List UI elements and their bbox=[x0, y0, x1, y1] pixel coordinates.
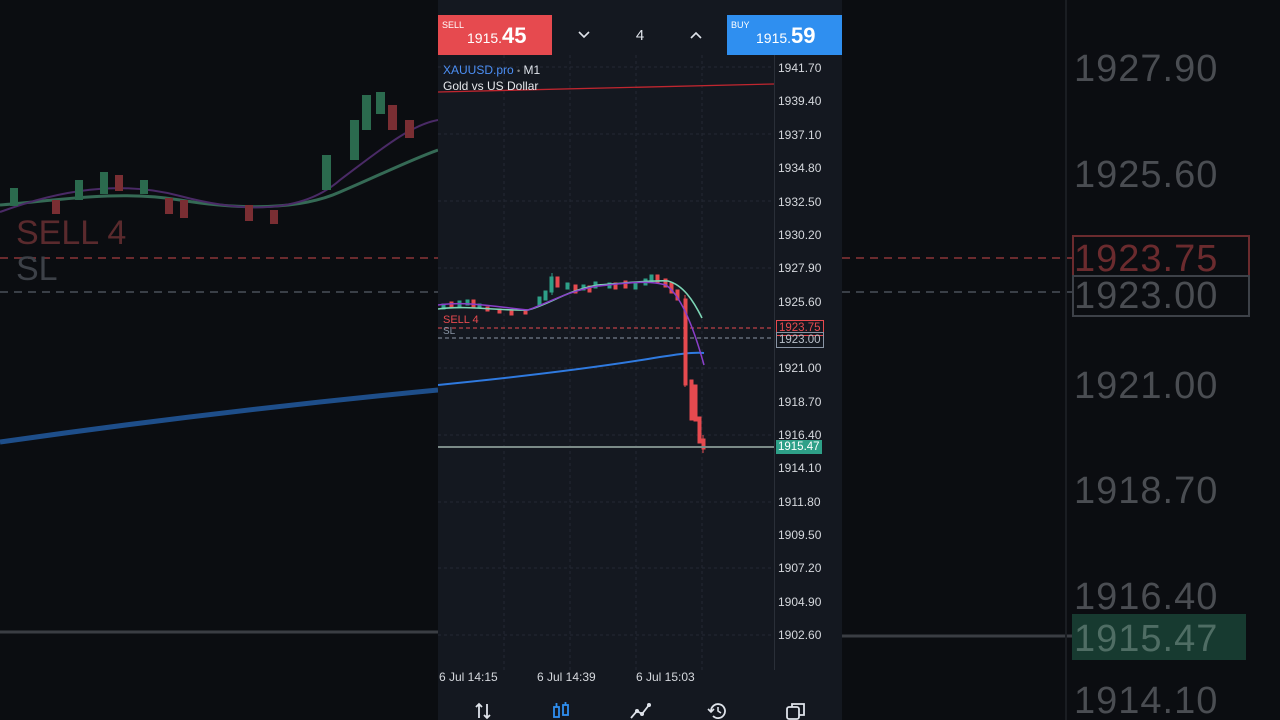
price-chart[interactable] bbox=[438, 55, 774, 670]
time-label: 6 Jul 14:15 bbox=[439, 670, 498, 684]
backdrop-left-chart bbox=[0, 92, 438, 634]
buy-button[interactable]: BUY 1915.59 bbox=[727, 15, 842, 55]
price-tick: 1902.60 bbox=[778, 628, 822, 642]
backdrop-price-1: 1925.60 bbox=[1074, 154, 1219, 196]
sell-price: 1915.45 bbox=[467, 23, 527, 49]
history-icon[interactable] bbox=[706, 702, 730, 720]
buy-price-big: 59 bbox=[791, 23, 816, 48]
backdrop-right: 1927.90 1925.60 1923.75 1923.00 1921.00 … bbox=[842, 0, 1280, 720]
price-tick: 1925.60 bbox=[778, 295, 822, 309]
backdrop-price-3: 1923.00 bbox=[1074, 275, 1219, 317]
sl-line-label: SL bbox=[443, 326, 456, 337]
symbol-description: Gold vs US Dollar bbox=[443, 79, 539, 93]
current-price-badge: 1915.47 bbox=[776, 440, 822, 454]
lot-decrease-button[interactable] bbox=[564, 15, 604, 55]
backdrop-sell-label: SELL 4 bbox=[16, 214, 127, 252]
price-tick: 1904.90 bbox=[778, 595, 822, 609]
time-axis: 6 Jul 14:15 6 Jul 14:39 6 Jul 15:03 bbox=[438, 670, 842, 690]
symbol-name: XAUUSD.pro bbox=[443, 63, 514, 77]
price-tick: 1932.50 bbox=[778, 195, 822, 209]
lot-size-value[interactable]: 4 bbox=[618, 15, 662, 55]
price-tick: 1909.50 bbox=[778, 528, 822, 542]
sell-price-main: 1915. bbox=[467, 30, 503, 46]
backdrop-left: SELL 4 SL bbox=[0, 0, 438, 720]
chevron-up-icon bbox=[690, 31, 702, 39]
buy-caption: BUY bbox=[731, 20, 750, 30]
price-tick: 1941.70 bbox=[778, 61, 822, 75]
sl-price-badge: 1923.00 bbox=[776, 332, 824, 348]
price-tick: 1921.00 bbox=[778, 361, 822, 375]
price-tick: 1914.10 bbox=[778, 461, 822, 475]
lot-increase-button[interactable] bbox=[676, 15, 716, 55]
trade-arrows-icon[interactable] bbox=[471, 702, 495, 720]
indicators-icon[interactable] bbox=[628, 702, 652, 720]
price-tick: 1911.80 bbox=[778, 495, 821, 509]
price-tick: 1937.10 bbox=[778, 128, 822, 142]
sell-line-label: SELL 4 bbox=[443, 314, 479, 326]
chevron-down-icon bbox=[578, 31, 590, 39]
sell-button[interactable]: SELL 1915.45 bbox=[438, 15, 552, 55]
buy-price: 1915.59 bbox=[756, 23, 816, 49]
price-tick: 1930.20 bbox=[778, 228, 822, 242]
chart-grid bbox=[438, 55, 774, 670]
sell-price-big: 45 bbox=[502, 23, 527, 48]
backdrop-price-0: 1927.90 bbox=[1074, 48, 1219, 90]
ma-green-line bbox=[438, 280, 703, 319]
copy-windows-icon[interactable] bbox=[784, 702, 808, 720]
sell-caption: SELL bbox=[442, 20, 465, 30]
time-label: 6 Jul 15:03 bbox=[636, 670, 695, 684]
symbol-header[interactable]: XAUUSD.pro • M1 bbox=[443, 63, 540, 77]
backdrop-price-8: 1914.10 bbox=[1074, 680, 1219, 720]
trading-app: SELL 1915.45 4 BUY 1915.59 XAUUSD.pro • … bbox=[438, 0, 842, 720]
buy-price-main: 1915. bbox=[756, 30, 792, 46]
candlesticks bbox=[441, 273, 706, 453]
price-axis: 1941.70 1939.40 1937.10 1934.80 1932.50 … bbox=[774, 55, 842, 670]
backdrop-price-6: 1916.40 bbox=[1074, 576, 1219, 618]
backdrop-sl-label: SL bbox=[16, 250, 58, 288]
price-tick: 1939.40 bbox=[778, 94, 822, 108]
backdrop-price-4: 1921.00 bbox=[1074, 365, 1219, 407]
price-tick: 1934.80 bbox=[778, 161, 822, 175]
trade-bar: SELL 1915.45 4 BUY 1915.59 bbox=[438, 15, 842, 55]
candlestick-chart-icon[interactable] bbox=[549, 702, 573, 720]
backdrop-price-7: 1915.47 bbox=[1074, 618, 1219, 660]
bottom-nav bbox=[438, 698, 842, 720]
timeframe-label: M1 bbox=[523, 63, 541, 77]
price-tick: 1918.70 bbox=[778, 395, 822, 409]
price-tick: 1927.90 bbox=[778, 261, 822, 275]
backdrop-price-5: 1918.70 bbox=[1074, 470, 1219, 512]
separator-dot: • bbox=[517, 66, 521, 76]
time-label: 6 Jul 14:39 bbox=[537, 670, 596, 684]
price-tick: 1907.20 bbox=[778, 561, 822, 575]
ma-blue-line bbox=[438, 351, 705, 386]
